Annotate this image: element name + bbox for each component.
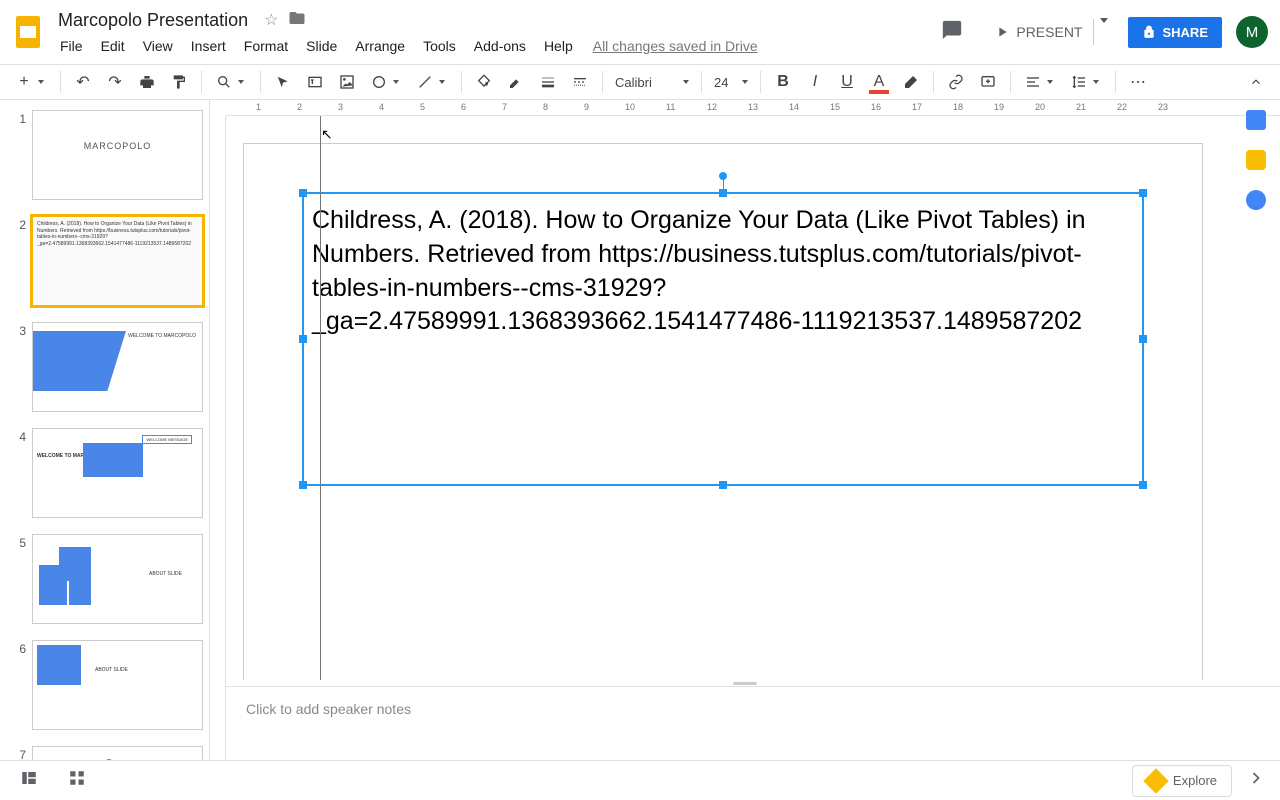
line-tool[interactable] [411, 68, 439, 96]
menu-tools[interactable]: Tools [415, 36, 464, 56]
resize-handle-n[interactable] [719, 189, 727, 197]
paint-format-button[interactable] [165, 68, 193, 96]
save-status[interactable]: All changes saved in Drive [593, 38, 758, 54]
slide-thumbnail-7[interactable]: OUR SERVICE [32, 746, 203, 760]
print-button[interactable] [133, 68, 161, 96]
filmstrip-view-button[interactable] [14, 763, 44, 798]
body-text[interactable]: Childress, A. (2018). How to Organize Yo… [312, 206, 1086, 335]
fill-color-button[interactable] [470, 68, 498, 96]
keep-addon-icon[interactable] [1246, 150, 1266, 170]
collapse-toolbar-button[interactable] [1242, 68, 1270, 96]
border-dash-button[interactable] [566, 68, 594, 96]
resize-handle-s[interactable] [719, 481, 727, 489]
slide-thumbnail-1[interactable]: MARCOPOLO [32, 110, 203, 200]
toolbar: + ↶ ↷ Calibri 24 B I U A ⋯ [0, 64, 1280, 100]
slide-thumbnail-6[interactable]: ABOUT SLIDE [32, 640, 203, 730]
resize-handle-sw[interactable] [299, 481, 307, 489]
present-button[interactable]: PRESENT [983, 17, 1093, 47]
menu-file[interactable]: File [52, 36, 91, 56]
new-slide-button[interactable]: + [10, 68, 38, 96]
move-to-folder-icon[interactable] [288, 9, 306, 32]
slides-app-icon[interactable] [8, 12, 48, 52]
font-select[interactable]: Calibri [611, 73, 693, 92]
italic-button[interactable]: I [801, 68, 829, 96]
share-label: SHARE [1162, 25, 1208, 40]
menu-bar: File Edit View Insert Format Slide Arran… [52, 34, 758, 58]
hide-sidebar-button[interactable] [1246, 768, 1266, 793]
resize-handle-nw[interactable] [299, 189, 307, 197]
menu-format[interactable]: Format [236, 36, 296, 56]
grid-view-button[interactable] [62, 763, 92, 798]
thumbnail-panel: 1MARCOPOLO 2Childress, A. (2018). How to… [0, 100, 210, 760]
document-title[interactable]: Marcopolo Presentation [52, 8, 254, 33]
line-spacing-button[interactable] [1065, 68, 1093, 96]
explore-icon [1143, 768, 1168, 793]
insert-comment-button[interactable] [974, 68, 1002, 96]
redo-button[interactable]: ↷ [101, 68, 129, 96]
insert-link-button[interactable] [942, 68, 970, 96]
slide-thumbnail-4[interactable]: WELCOME TO MARCOPOLOWELCOME MESSAGE [32, 428, 203, 518]
resize-handle-ne[interactable] [1139, 189, 1147, 197]
border-color-button[interactable] [502, 68, 530, 96]
star-icon[interactable]: ☆ [264, 10, 278, 30]
app-header: Marcopolo Presentation ☆ File Edit View … [0, 0, 1280, 64]
underline-button[interactable]: U [833, 68, 861, 96]
menu-help[interactable]: Help [536, 36, 581, 56]
account-avatar[interactable]: M [1236, 16, 1268, 48]
slide-thumbnail-5[interactable]: ABOUT SLIDE [32, 534, 203, 624]
side-panel [1232, 100, 1280, 210]
calendar-addon-icon[interactable] [1246, 110, 1266, 130]
vertical-ruler[interactable] [210, 116, 226, 760]
border-weight-button[interactable] [534, 68, 562, 96]
present-dropdown[interactable] [1093, 19, 1114, 45]
explore-button[interactable]: Explore [1132, 765, 1232, 797]
slide-thumbnail-3[interactable]: WELCOME TO MARCOPOLO [32, 322, 203, 412]
menu-view[interactable]: View [135, 36, 181, 56]
comments-icon[interactable] [935, 13, 969, 52]
present-label: PRESENT [1016, 24, 1082, 40]
align-button[interactable] [1019, 68, 1047, 96]
rotate-handle[interactable] [719, 172, 727, 180]
menu-addons[interactable]: Add-ons [466, 36, 534, 56]
resize-handle-e[interactable] [1139, 335, 1147, 343]
main-area: 1MARCOPOLO 2Childress, A. (2018). How to… [0, 100, 1280, 760]
bottom-bar: Explore [0, 760, 1280, 800]
text-color-button[interactable]: A [865, 68, 893, 96]
bold-button[interactable]: B [769, 68, 797, 96]
shape-tool[interactable] [365, 68, 393, 96]
more-button[interactable]: ⋯ [1124, 68, 1152, 96]
body-textbox[interactable]: Childress, A. (2018). How to Organize Yo… [302, 192, 1144, 486]
font-size-select[interactable]: 24 [710, 73, 752, 92]
menu-slide[interactable]: Slide [298, 36, 345, 56]
slide-thumbnail-2[interactable]: Childress, A. (2018). How to Organize Yo… [32, 216, 203, 306]
textbox-tool[interactable] [301, 68, 329, 96]
resize-handle-w[interactable] [299, 335, 307, 343]
image-tool[interactable] [333, 68, 361, 96]
speaker-notes[interactable]: Click to add speaker notes [226, 686, 1280, 760]
undo-button[interactable]: ↶ [69, 68, 97, 96]
menu-arrange[interactable]: Arrange [347, 36, 413, 56]
slide-canvas[interactable]: 0.50 ↖ Childress, A. (2018). How to Orga… [226, 116, 1280, 680]
select-tool[interactable] [269, 68, 297, 96]
menu-edit[interactable]: Edit [93, 36, 133, 56]
slide-editor: 1234567891011121314151617181920212223 0.… [210, 100, 1280, 760]
indent-guide-line[interactable] [320, 116, 321, 680]
horizontal-ruler[interactable]: 1234567891011121314151617181920212223 [226, 100, 1280, 116]
cursor-icon: ↖ [321, 126, 333, 143]
resize-handle-se[interactable] [1139, 481, 1147, 489]
slide[interactable]: Childress, A. (2018). How to Organize Yo… [244, 144, 1202, 680]
share-button[interactable]: SHARE [1128, 17, 1222, 48]
zoom-button[interactable] [210, 68, 238, 96]
tasks-addon-icon[interactable] [1246, 190, 1266, 210]
menu-insert[interactable]: Insert [183, 36, 234, 56]
highlight-button[interactable] [897, 68, 925, 96]
